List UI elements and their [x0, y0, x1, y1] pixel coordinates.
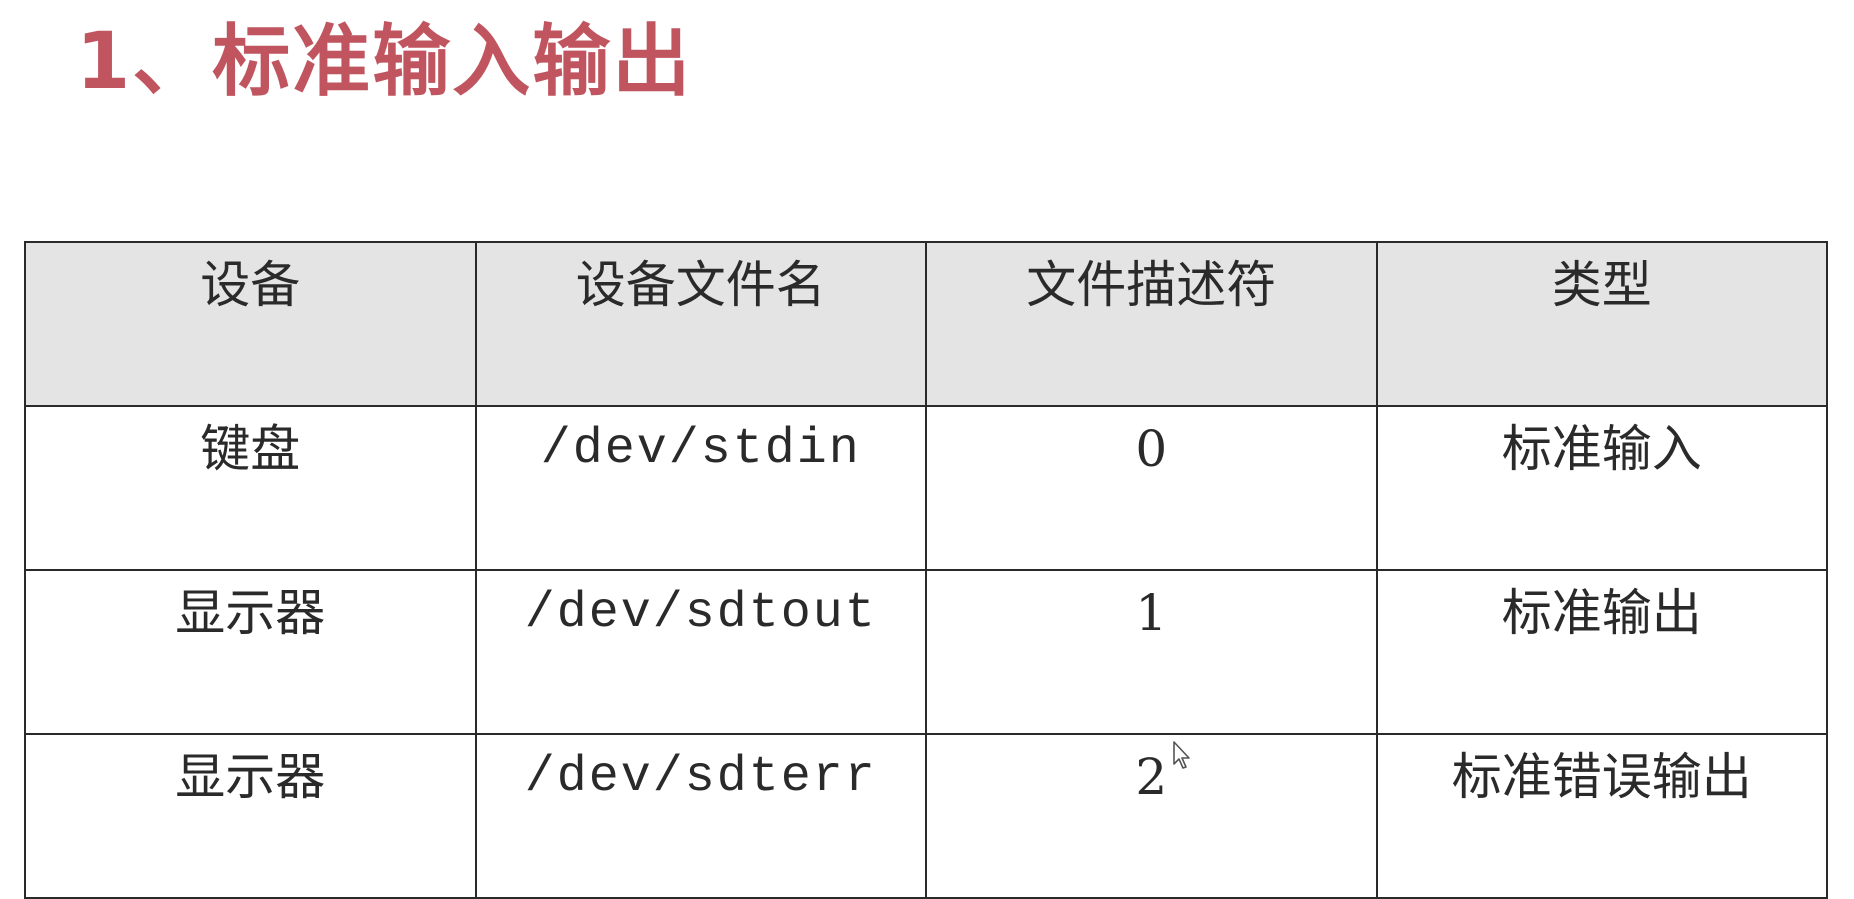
slide-title: 1、标准输入输出 — [76, 17, 693, 107]
cell-device: 显示器 — [24, 733, 477, 899]
table-row: 显示器 /dev/sdterr 2 标准错误输出 — [24, 733, 1828, 899]
cell-file-descriptor: 2 — [925, 733, 1378, 899]
mouse-pointer-icon — [1173, 741, 1190, 769]
cell-device-filename: /dev/stdin — [474, 405, 927, 571]
table-row: 键盘 /dev/stdin 0 标准输入 — [24, 405, 1828, 571]
cell-type: 标准输出 — [1375, 569, 1828, 735]
header-device-filename: 设备文件名 — [474, 241, 927, 407]
header-row: 设备 设备文件名 文件描述符 类型 — [24, 241, 1828, 407]
cell-type: 标准输入 — [1375, 405, 1828, 571]
header-type: 类型 — [1375, 241, 1828, 407]
cell-device: 显示器 — [24, 569, 477, 735]
table-body: 键盘 /dev/stdin 0 标准输入 显示器 /dev/sdtout 1 标… — [24, 405, 1828, 899]
cell-type: 标准错误输出 — [1375, 733, 1828, 899]
cell-file-descriptor: 1 — [925, 569, 1378, 735]
table-row: 显示器 /dev/sdtout 1 标准输出 — [24, 569, 1828, 735]
cell-file-descriptor: 0 — [925, 405, 1378, 571]
header-device: 设备 — [24, 241, 477, 407]
cell-device: 键盘 — [24, 405, 477, 571]
cell-device-filename: /dev/sdtout — [474, 569, 927, 735]
table-header: 设备 设备文件名 文件描述符 类型 — [24, 241, 1828, 407]
io-table: 设备 设备文件名 文件描述符 类型 键盘 /dev/stdin 0 标准输入 显… — [24, 241, 1828, 899]
header-file-descriptor: 文件描述符 — [925, 241, 1378, 407]
cell-device-filename: /dev/sdterr — [474, 733, 927, 899]
